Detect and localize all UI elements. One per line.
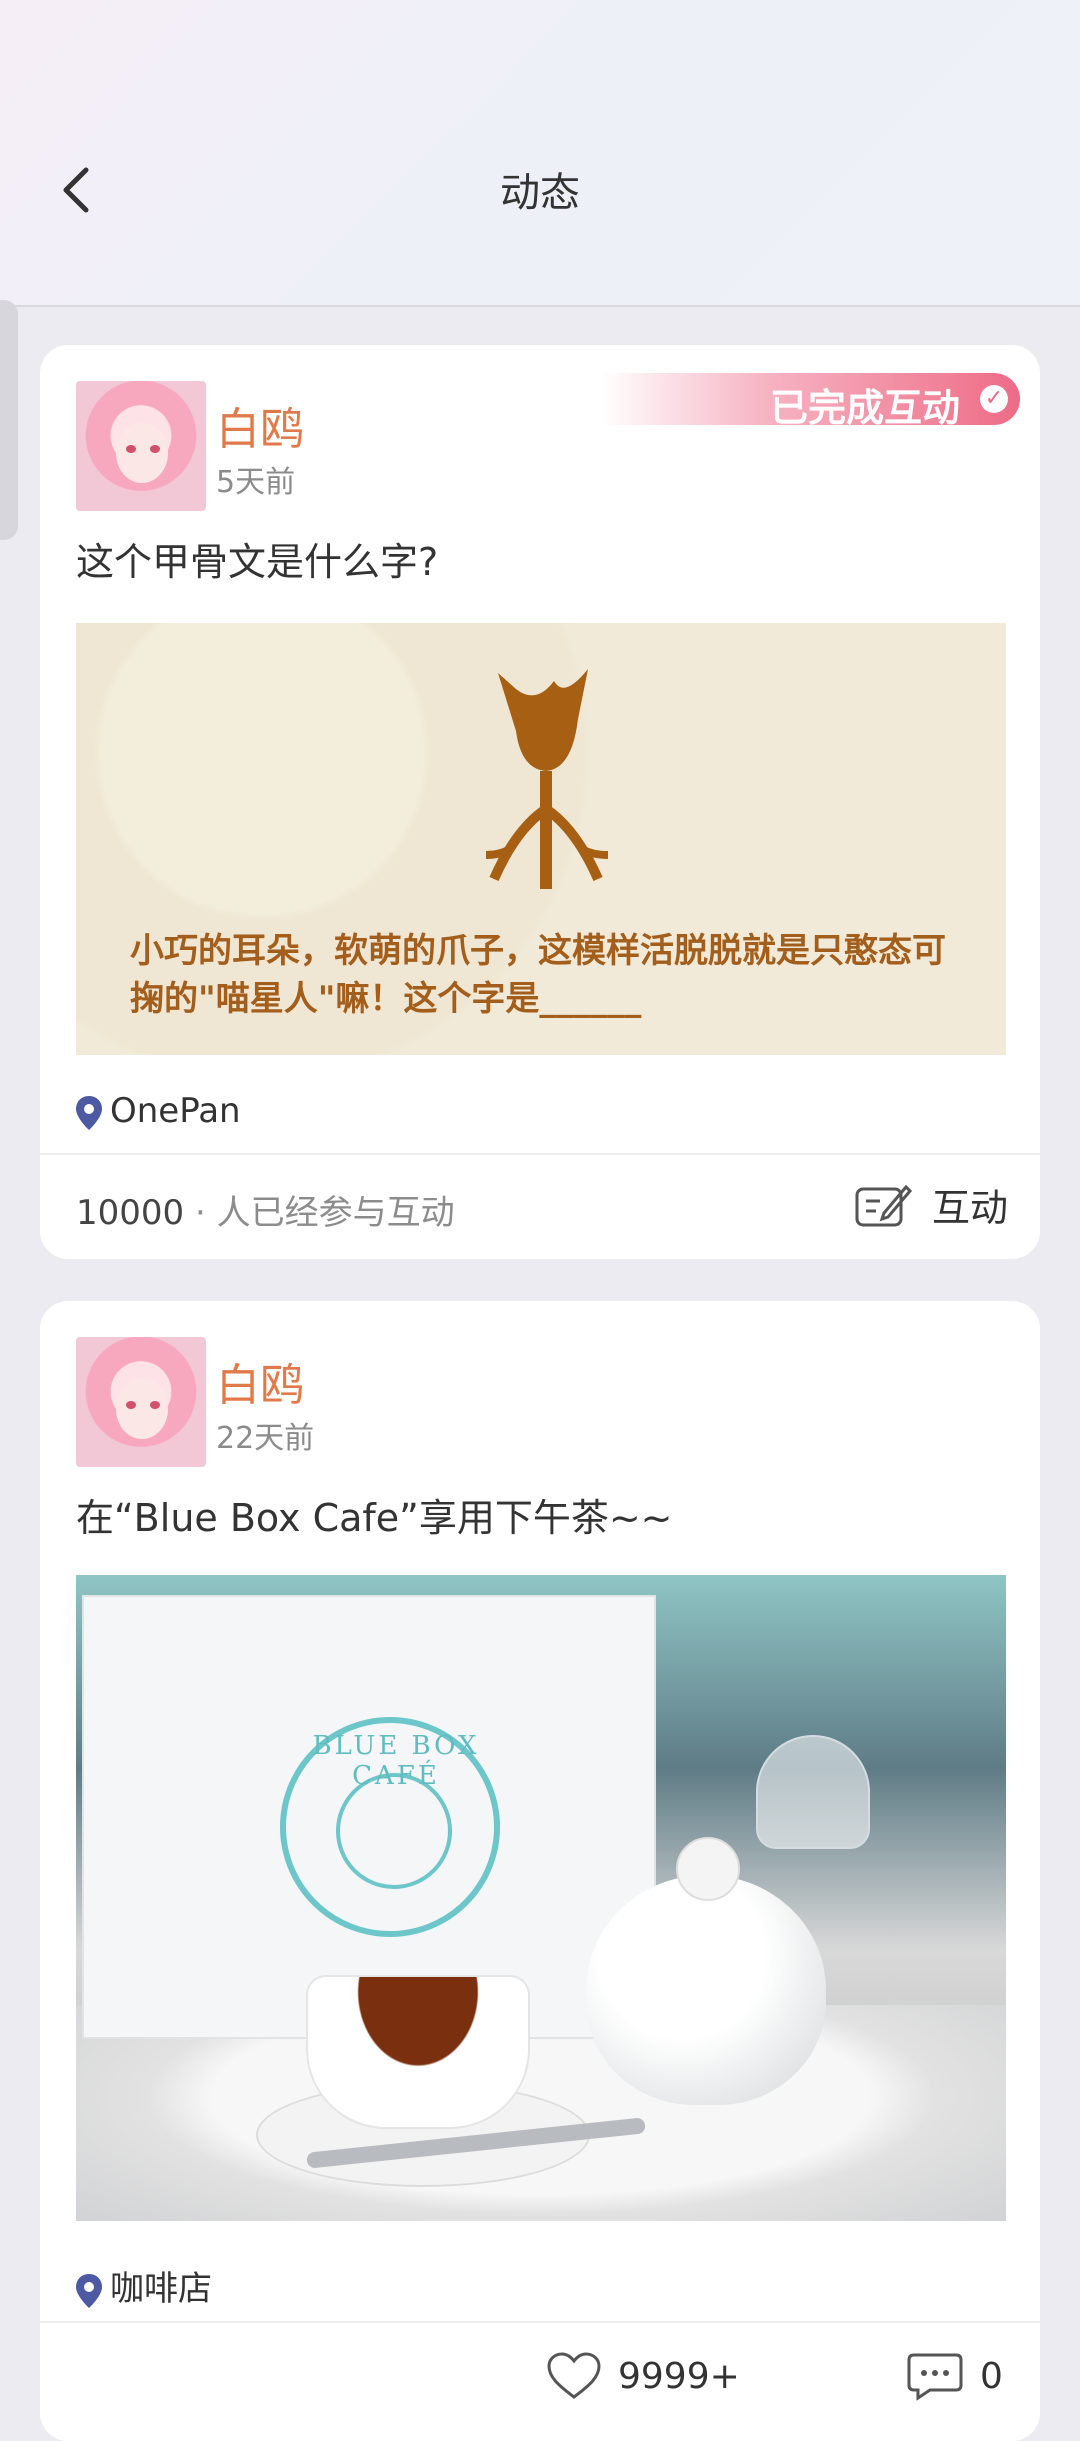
comment-icon bbox=[907, 2353, 963, 2401]
avatar-eye bbox=[150, 445, 160, 453]
like-count: 9999+ bbox=[618, 2355, 740, 2397]
interact-button[interactable]: 互动 bbox=[854, 1177, 1008, 1232]
location-label: OnePan bbox=[110, 1091, 241, 1131]
interact-label: 互动 bbox=[931, 1186, 1008, 1230]
post-time: 5天前 bbox=[216, 465, 296, 500]
location[interactable]: 咖啡店 bbox=[76, 2261, 212, 2310]
oracle-bone-character-icon bbox=[485, 669, 609, 889]
avatar-face bbox=[116, 423, 168, 483]
location-pin-icon bbox=[76, 2273, 102, 2308]
interaction-completed-badge: 已完成互动 ✓ bbox=[600, 373, 1020, 430]
teapot bbox=[586, 1875, 826, 2105]
cafe-photo[interactable]: BLUE BOX CAFÉ bbox=[76, 1575, 1006, 2221]
post-text: 在“Blue Box Cafe”享用下午茶~~ bbox=[76, 1496, 673, 1540]
location[interactable]: OnePan bbox=[76, 1091, 241, 1131]
location-label: 咖啡店 bbox=[110, 2269, 212, 2309]
tea-cup bbox=[306, 1975, 530, 2129]
page-title: 动态 bbox=[500, 170, 580, 216]
bag-logo: BLUE BOX CAFÉ bbox=[280, 1717, 500, 1937]
post-card[interactable]: 白鸥 22天前 在“Blue Box Cafe”享用下午茶~~ BLUE BOX… bbox=[40, 1301, 1040, 2441]
edit-note-icon bbox=[855, 1184, 912, 1226]
avatar-eye bbox=[126, 1401, 136, 1409]
badge-label: 已完成互动 bbox=[769, 385, 960, 430]
quiz-caption: 小巧的耳朵，软萌的爪子，这模样活脱脱就是只憨态可掬的"喵星人"嘛！这个字是___… bbox=[130, 931, 946, 1019]
shopping-bag: BLUE BOX CAFÉ bbox=[82, 1595, 656, 2039]
user-name[interactable]: 白鸥 bbox=[216, 393, 304, 457]
location-pin-icon bbox=[76, 1095, 102, 1130]
participants-count: 10000 · 人已经参与互动 bbox=[76, 1185, 455, 1234]
divider bbox=[40, 2321, 1040, 2323]
teapot-lid bbox=[676, 1837, 740, 1901]
top-header: 动态 bbox=[0, 0, 1080, 307]
avatar-eye bbox=[126, 445, 136, 453]
water-glass bbox=[756, 1735, 870, 1849]
comment-button[interactable]: 0 bbox=[906, 2351, 1003, 2401]
heart-icon bbox=[547, 2352, 601, 2399]
avatar-eye bbox=[150, 1401, 160, 1409]
avatar[interactable] bbox=[76, 1337, 206, 1467]
post-time: 22天前 bbox=[216, 1421, 315, 1456]
side-drawer-handle[interactable] bbox=[0, 300, 18, 540]
participants-number: 10000 bbox=[76, 1193, 185, 1233]
like-button[interactable]: 9999+ bbox=[546, 2351, 740, 2401]
divider bbox=[40, 1153, 1040, 1155]
bag-logo-text: BLUE BOX CAFÉ bbox=[312, 1731, 480, 1791]
participants-suffix: · 人已经参与互动 bbox=[194, 1193, 455, 1233]
avatar[interactable] bbox=[76, 381, 206, 511]
checkmark-icon: ✓ bbox=[980, 385, 1008, 413]
oracle-bone-quiz-image[interactable]: 小巧的耳朵，软萌的爪子，这模样活脱脱就是只憨态可掬的"喵星人"嘛！这个字是___… bbox=[76, 623, 1006, 1055]
post-card[interactable]: 白鸥 5天前 已完成互动 ✓ 这个甲骨文是什么字? 小巧的耳朵，软萌的爪子，这模… bbox=[40, 345, 1040, 1259]
comment-count: 0 bbox=[980, 2355, 1003, 2397]
post-text: 这个甲骨文是什么字? bbox=[76, 540, 439, 584]
avatar-face bbox=[116, 1379, 168, 1439]
user-name[interactable]: 白鸥 bbox=[216, 1349, 304, 1413]
